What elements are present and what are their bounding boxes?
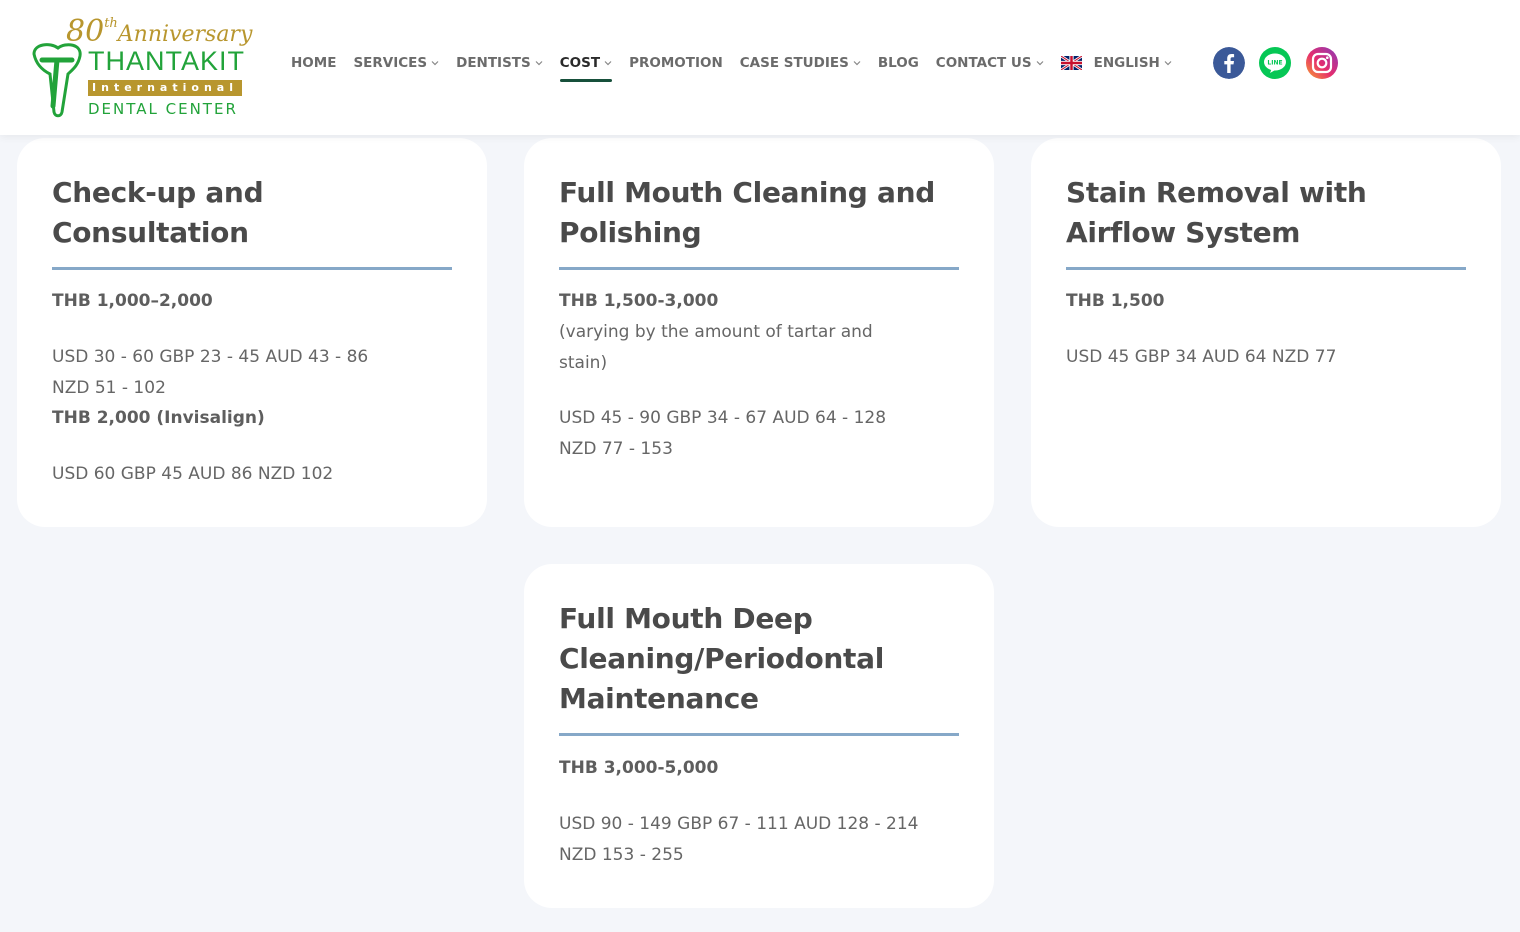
nav-label: COST: [559, 55, 601, 71]
price-card-stain-removal: Stain Removal with Airflow System THB 1,…: [1031, 138, 1501, 527]
brand-subtitle: DENTAL CENTER: [88, 100, 238, 118]
card-title: Full Mouth Cleaning and Polishing: [559, 176, 935, 249]
card-title: Full Mouth Deep Cleaning/Periodontal Mai…: [559, 602, 885, 715]
price-line: USD 30 - 60 GBP 23 - 45 AUD 43 - 86: [52, 347, 369, 367]
uk-flag-icon: [1060, 56, 1082, 70]
card-divider: [1066, 267, 1466, 270]
chevron-down-icon: [1164, 61, 1172, 66]
price-thb: THB 3,000-5,000: [559, 758, 719, 778]
nav-label: SERVICES: [353, 55, 428, 71]
nav-label: PROMOTION: [629, 55, 723, 71]
price-line: NZD 51 - 102: [52, 378, 166, 398]
chevron-down-icon: [604, 61, 612, 66]
card-divider: [559, 267, 959, 270]
card-title: Check-up and Consultation: [52, 176, 264, 249]
price-line: USD 60 GBP 45 AUD 86 NZD 102: [52, 464, 334, 484]
international-band: International: [88, 80, 242, 96]
price-thb: THB 1,500: [1066, 291, 1165, 311]
price-thb: THB 2,000 (Invisalign): [52, 408, 265, 428]
price-line: USD 90 - 149 GBP 67 - 111 AUD 128 - 214: [559, 814, 919, 834]
facebook-icon[interactable]: [1213, 47, 1245, 79]
nav-label: CASE STUDIES: [739, 55, 849, 71]
nav-blog[interactable]: BLOG: [878, 55, 919, 71]
nav-contact-us[interactable]: CONTACT US: [936, 55, 1044, 71]
price-line: NZD 153 - 255: [559, 845, 684, 865]
nav-dentists[interactable]: DENTISTS: [456, 55, 543, 71]
instagram-icon[interactable]: [1306, 47, 1338, 79]
nav-services[interactable]: SERVICES: [353, 55, 439, 71]
card-title: Stain Removal with Airflow System: [1066, 176, 1367, 249]
price-card-checkup: Check-up and Consultation THB 1,000–2,00…: [17, 138, 487, 527]
line-icon[interactable]: LINE: [1259, 47, 1291, 79]
chevron-down-icon: [1036, 61, 1044, 66]
price-line: NZD 77 - 153: [559, 439, 673, 459]
price-line: USD 45 GBP 34 AUD 64 NZD 77: [1066, 347, 1337, 367]
price-note: stain): [559, 353, 608, 373]
brand-name: THANTAKIT: [88, 46, 245, 76]
nav-home[interactable]: HOME: [291, 55, 336, 71]
price-thb: THB 1,500-3,000: [559, 291, 719, 311]
language-label: ENGLISH: [1093, 55, 1160, 71]
anniversary-text: 80thAnniversary: [66, 14, 253, 49]
card-divider: [559, 733, 959, 736]
nav-label: CONTACT US: [935, 55, 1032, 71]
nav-label: HOME: [291, 55, 337, 71]
nav-case-studies[interactable]: CASE STUDIES: [740, 55, 861, 71]
nav-label: BLOG: [877, 55, 919, 71]
card-divider: [52, 267, 452, 270]
language-selector[interactable]: ENGLISH: [1060, 55, 1172, 71]
price-card-deep-cleaning: Full Mouth Deep Cleaning/Periodontal Mai…: [524, 564, 994, 908]
price-line: USD 45 - 90 GBP 34 - 67 AUD 64 - 128: [559, 408, 887, 428]
tooth-t-logo-icon: [32, 43, 82, 118]
site-logo[interactable]: 80thAnniversary THANTAKIT International …: [26, 10, 252, 118]
main-nav: HOME SERVICES DENTISTS COST PROMOTION CASE ST…: [291, 51, 1189, 82]
nav-label: DENTISTS: [456, 55, 531, 71]
nav-promotion[interactable]: PROMOTION: [629, 55, 723, 71]
chevron-down-icon: [853, 61, 861, 66]
site-header: 80thAnniversary THANTAKIT International …: [0, 0, 1520, 135]
chevron-down-icon: [431, 61, 439, 66]
svg-text:LINE: LINE: [1267, 60, 1282, 67]
nav-cost[interactable]: COST: [559, 55, 613, 82]
price-thb: THB 1,000–2,000: [52, 291, 213, 311]
price-card-cleaning: Full Mouth Cleaning and Polishing THB 1,…: [524, 138, 994, 527]
chevron-down-icon: [535, 61, 543, 66]
price-note: (varying by the amount of tartar and: [559, 322, 873, 342]
